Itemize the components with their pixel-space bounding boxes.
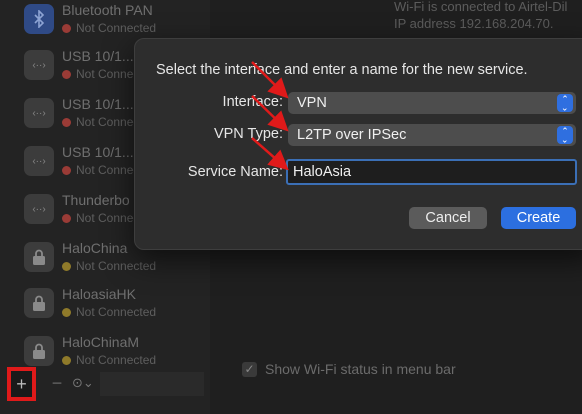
remove-label: −: [51, 373, 63, 393]
sidebar-item-status: Not Connected: [62, 259, 156, 273]
cancel-label: Cancel: [425, 210, 471, 226]
bluetooth-icon: [24, 4, 54, 34]
sidebar-item-name: HaloChinaM: [62, 334, 140, 350]
vpn-type-label: VPN Type:: [213, 126, 283, 142]
add-label: +: [16, 373, 27, 394]
chevron-updown-icon: ⌃ ⌃: [557, 94, 573, 112]
status-text: Not Connected: [76, 259, 157, 273]
wifi-status-line1: Wi-Fi is connected to Airtel-Dil: [394, 0, 568, 14]
interface-popup[interactable]: VPN ⌃ ⌃: [288, 92, 576, 114]
wifi-status-text: Wi-Fi is connected to Airtel-Dil IP addr…: [394, 0, 567, 32]
sidebar-item-name: Thunderbo: [62, 192, 130, 208]
wifi-status-line2: IP address 192.168.204.70.: [394, 16, 554, 31]
lock-icon: [24, 242, 54, 272]
action-label: ⊙⌄: [72, 375, 94, 390]
status-dot: [62, 69, 71, 79]
sidebar-item-name: USB 10/1...: [62, 144, 134, 160]
interface-label: Interface:: [222, 94, 283, 110]
sidebar-item-status: Not Connected: [62, 353, 156, 367]
lock-icon: [24, 336, 54, 366]
service-name-field[interactable]: HaloAsia: [286, 159, 577, 185]
add-service-button[interactable]: +: [7, 367, 36, 401]
lock-icon: [24, 288, 54, 318]
vpn-type-popup[interactable]: L2TP over IPSec ⌃ ⌃: [288, 124, 576, 146]
status-text: Not Connected: [76, 305, 157, 319]
ethernet-icon: ‹··›: [24, 194, 54, 224]
sidebar-item-status: Not Connected: [62, 21, 156, 35]
sidebar-item-haloasiahk[interactable]: HaloasiaHK Not Connected: [22, 284, 212, 328]
create-button[interactable]: Create: [501, 207, 576, 229]
sidebar-item-name: HaloChina: [62, 240, 128, 256]
ethernet-icon: ‹··›: [24, 146, 54, 176]
status-text: Not Connected: [76, 353, 157, 367]
status-dot: [62, 117, 71, 127]
create-label: Create: [516, 210, 561, 226]
status-dot: [62, 355, 71, 365]
sidebar-item-name: USB 10/1...: [62, 96, 134, 112]
status-dot: [62, 165, 71, 175]
sidebar-item-status: Not Connected: [62, 305, 156, 319]
interface-value: VPN: [297, 95, 327, 111]
cancel-button[interactable]: Cancel: [409, 207, 487, 229]
sidebar-toolbar: [100, 372, 204, 396]
status-dot: [62, 261, 71, 271]
action-menu-button[interactable]: ⊙⌄: [72, 375, 94, 391]
chevron-updown-icon: ⌃ ⌃: [557, 126, 573, 144]
service-name-value: HaloAsia: [293, 164, 352, 180]
wifi-menu-checkbox[interactable]: ✓: [242, 361, 257, 377]
ethernet-icon: ‹··›: [24, 98, 54, 128]
service-name-label: Service Name:: [187, 164, 283, 180]
ethernet-icon: ‹··›: [24, 50, 54, 80]
dialog-title: Select the interface and enter a name fo…: [156, 62, 528, 78]
sidebar-item-name: Bluetooth PAN: [62, 2, 153, 18]
sidebar-item-halochinam[interactable]: HaloChinaM Not Connected: [22, 332, 212, 376]
new-service-dialog: Select the interface and enter a name fo…: [134, 38, 582, 250]
vpn-type-value: L2TP over IPSec: [297, 127, 407, 143]
sidebar-item-name: HaloasiaHK: [62, 286, 136, 302]
status-text: Not Connected: [76, 21, 157, 35]
wifi-menu-bar-option[interactable]: ✓ Show Wi-Fi status in menu bar: [242, 361, 456, 377]
status-dot: [62, 23, 71, 33]
status-dot: [62, 307, 71, 317]
remove-service-button[interactable]: −: [48, 371, 66, 395]
sidebar-item-name: USB 10/1...: [62, 48, 134, 64]
wifi-menu-label: Show Wi-Fi status in menu bar: [265, 361, 456, 377]
status-dot: [62, 213, 71, 223]
